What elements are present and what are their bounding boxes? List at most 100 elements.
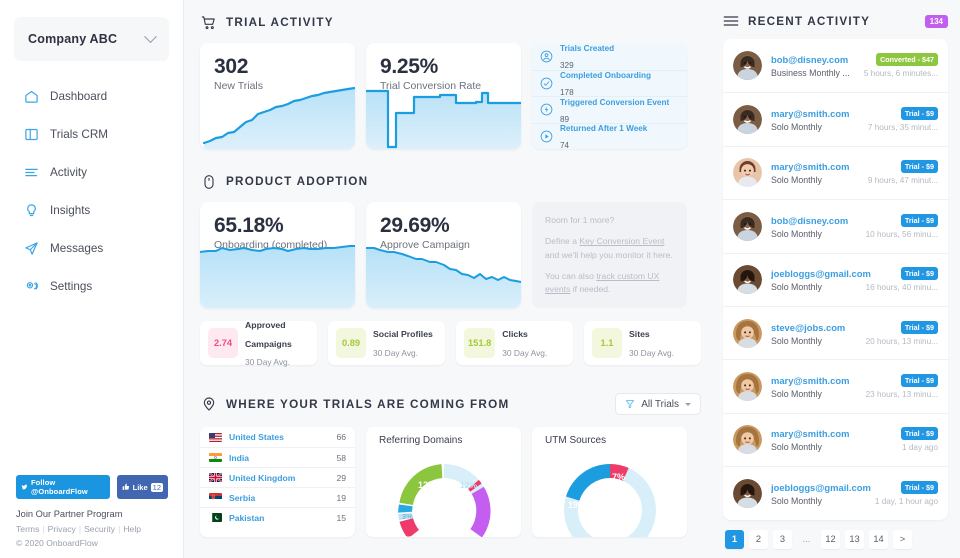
placeholder-line2-pre: You can also bbox=[545, 270, 597, 281]
country-row-gb[interactable]: United Kingdom 29 bbox=[200, 467, 355, 487]
chip-social-profiles[interactable]: 0.89 Social Profiles 30 Day Avg. bbox=[328, 321, 445, 365]
add-metric-placeholder-card[interactable]: Room for 1 more? Define a Key Conversion… bbox=[532, 202, 687, 308]
product-adoption-row: 65.18% Onboarding (completed) 29.69% App… bbox=[200, 202, 701, 308]
list-item-body: joebloggs@gmail.com Trial - $9 Solo Mont… bbox=[771, 267, 938, 292]
list-item[interactable]: mary@smith.com Trial - $9 Solo Monthly 9… bbox=[723, 145, 948, 199]
hamburger-icon[interactable] bbox=[723, 14, 739, 28]
placeholder-line2-post: if needed. bbox=[570, 284, 611, 295]
security-link[interactable]: Security bbox=[84, 524, 115, 534]
user-email[interactable]: mary@smith.com bbox=[771, 108, 849, 119]
list-item[interactable]: bob@disney.com Trial - $9 Solo Monthly 1… bbox=[723, 199, 948, 252]
chevron-down-icon bbox=[144, 29, 157, 43]
list-item[interactable]: joebloggs@gmail.com Trial - $9 Solo Mont… bbox=[723, 466, 948, 519]
list-item-bottom: Solo Monthly 1 day ago bbox=[771, 442, 938, 452]
approve-campaign-card[interactable]: 29.69% Approve Campaign bbox=[366, 202, 521, 308]
page-next-button[interactable]: > bbox=[893, 529, 912, 549]
partner-program-link[interactable]: Join Our Partner Program bbox=[16, 509, 168, 519]
privacy-link[interactable]: Privacy bbox=[48, 524, 76, 534]
status-badge: Trial - $9 bbox=[900, 267, 938, 281]
list-item[interactable]: steve@jobs.com Trial - $9 Solo Monthly 2… bbox=[723, 305, 948, 359]
chip-text: Social Profiles 30 Day Avg. bbox=[373, 324, 433, 362]
list-item[interactable]: mary@smith.com Trial - $9 Solo Monthly 2… bbox=[723, 359, 948, 412]
referring-domains-chart-card[interactable]: Referring Domains 12% 3% 12% bbox=[366, 427, 521, 537]
plan-name: Solo Monthly bbox=[771, 495, 822, 506]
page-button-1[interactable]: 1 bbox=[725, 529, 744, 549]
user-email[interactable]: bob@disney.com bbox=[771, 54, 848, 65]
terms-link[interactable]: Terms bbox=[16, 524, 39, 534]
chip-clicks[interactable]: 151.8 Clicks 30 Day Avg. bbox=[456, 321, 573, 365]
company-switcher[interactable]: Company ABC bbox=[14, 17, 169, 61]
user-email[interactable]: mary@smith.com bbox=[771, 375, 849, 386]
list-item-body: joebloggs@gmail.com Trial - $9 Solo Mont… bbox=[771, 480, 938, 506]
user-email[interactable]: mary@smith.com bbox=[771, 428, 849, 439]
placeholder-line-2: You can also track custom UX events if n… bbox=[545, 270, 675, 297]
placeholder-line1-post: and we'll help you monitor it here. bbox=[545, 249, 673, 260]
chip-sites[interactable]: 1.1 Sites 30 Day Avg. bbox=[584, 321, 701, 365]
company-name: Company ABC bbox=[28, 32, 118, 46]
chip-sub: 30 Day Avg. bbox=[245, 357, 291, 368]
approve-campaign-value: 29.69% bbox=[380, 214, 450, 237]
chevron-down-icon bbox=[685, 402, 691, 406]
page-button-12[interactable]: 12 bbox=[821, 529, 840, 549]
chip-text: Approved Campaigns 30 Day Avg. bbox=[245, 315, 309, 372]
list-item-top: steve@jobs.com Trial - $9 bbox=[771, 320, 938, 334]
timestamp: 5 hours, 6 minutes... bbox=[863, 69, 938, 79]
avatar bbox=[733, 211, 762, 241]
list-item[interactable]: bob@disney.com Converted - $47 Business … bbox=[723, 39, 948, 92]
sidebar-item-settings[interactable]: Settings bbox=[0, 271, 183, 301]
map-pin-icon bbox=[200, 396, 217, 413]
country-row-pk[interactable]: Pakistan 15 bbox=[200, 507, 355, 527]
sidebar-item-activity[interactable]: Activity bbox=[0, 157, 183, 187]
chip-name: Approved Campaigns bbox=[245, 319, 292, 349]
page-button-2[interactable]: 2 bbox=[749, 529, 768, 549]
list-item-bottom: Solo Monthly 20 hours, 13 minu... bbox=[771, 336, 938, 346]
user-email[interactable]: joebloggs@gmail.com bbox=[771, 268, 871, 279]
list-item-bottom: Solo Monthly 1 day, 1 hour ago bbox=[771, 496, 938, 506]
country-value: 66 bbox=[336, 432, 346, 442]
key-conversion-event-link[interactable]: Key Conversion Event bbox=[579, 236, 664, 246]
facebook-like-button[interactable]: Like 12 bbox=[116, 475, 168, 499]
chip-value: 0.89 bbox=[336, 328, 366, 358]
page-button-13[interactable]: 13 bbox=[845, 529, 864, 549]
chip-name: Clicks bbox=[502, 329, 528, 340]
divider: | bbox=[42, 524, 45, 534]
status-badge: Trial - $9 bbox=[900, 480, 938, 494]
sidebar-item-dashboard[interactable]: Dashboard bbox=[0, 81, 183, 111]
user-email[interactable]: bob@disney.com bbox=[771, 215, 848, 226]
status-badge: Trial - $9 bbox=[900, 374, 938, 388]
filter-label: All Trials bbox=[641, 398, 679, 410]
list-item[interactable]: mary@smith.com Trial - $9 Solo Monthly 7… bbox=[723, 92, 948, 145]
trials-filter-dropdown[interactable]: All Trials bbox=[615, 393, 701, 415]
page-button-14[interactable]: 14 bbox=[869, 529, 888, 549]
country-row-in[interactable]: India 58 bbox=[200, 447, 355, 467]
list-item[interactable]: mary@smith.com Trial - $9 Solo Monthly 1… bbox=[723, 412, 948, 466]
country-row-us[interactable]: United States 66 bbox=[200, 427, 355, 447]
sidebar-item-messages[interactable]: Messages bbox=[0, 233, 183, 263]
new-trials-card[interactable]: 302 New Trials bbox=[200, 43, 355, 149]
mouse-icon bbox=[200, 173, 217, 190]
onboarding-completed-card[interactable]: 65.18% Onboarding (completed) bbox=[200, 202, 355, 308]
chip-approved-campaigns[interactable]: 2.74 Approved Campaigns 30 Day Avg. bbox=[200, 320, 317, 367]
conversion-rate-card[interactable]: 9.25% Trial Conversion Rate bbox=[366, 43, 521, 149]
twitter-follow-button[interactable]: Follow @OnboardFlow bbox=[16, 475, 110, 499]
user-email[interactable]: mary@smith.com bbox=[771, 161, 849, 172]
twitter-icon bbox=[21, 484, 28, 490]
page-button-3[interactable]: 3 bbox=[773, 529, 792, 549]
country-row-rs[interactable]: Serbia 19 bbox=[200, 487, 355, 507]
flag-icon-in bbox=[209, 453, 222, 462]
facebook-like-count: 12 bbox=[150, 482, 163, 492]
plan-name: Solo Monthly bbox=[771, 175, 822, 186]
list-item-bottom: Solo Monthly 23 hours, 13 minu... bbox=[771, 389, 938, 399]
list-item[interactable]: joebloggs@gmail.com Trial - $9 Solo Mont… bbox=[723, 252, 948, 306]
sidebar-item-insights[interactable]: Insights bbox=[0, 195, 183, 225]
main-content: Trial Activity 302 New Trials 9.25% Tria… bbox=[184, 0, 715, 558]
sidebar-item-trials-crm[interactable]: Trials CRM bbox=[0, 119, 183, 149]
utm-sources-chart-card[interactable]: UTM Sources 7% 19% bbox=[532, 427, 687, 537]
geo-header: Where Your Trials Are Coming From All Tr… bbox=[200, 393, 701, 415]
plan-name: Solo Monthly bbox=[771, 228, 822, 239]
help-link[interactable]: Help bbox=[123, 524, 141, 534]
status-badge: Trial - $9 bbox=[900, 213, 938, 227]
flag-icon-rs bbox=[209, 493, 222, 502]
user-email[interactable]: joebloggs@gmail.com bbox=[771, 482, 871, 493]
user-email[interactable]: steve@jobs.com bbox=[771, 322, 845, 333]
